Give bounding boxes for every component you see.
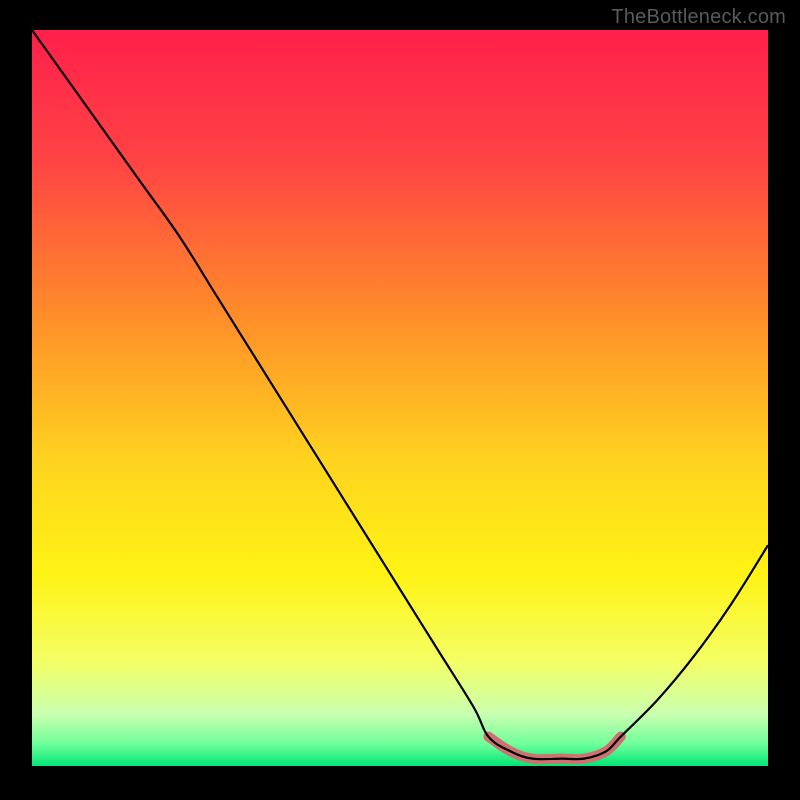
gradient-background	[32, 30, 768, 766]
watermark-text: TheBottleneck.com	[611, 6, 786, 29]
chart-stage: TheBottleneck.com	[0, 0, 800, 800]
plot-area	[32, 30, 768, 766]
bottleneck-chart	[32, 30, 768, 766]
